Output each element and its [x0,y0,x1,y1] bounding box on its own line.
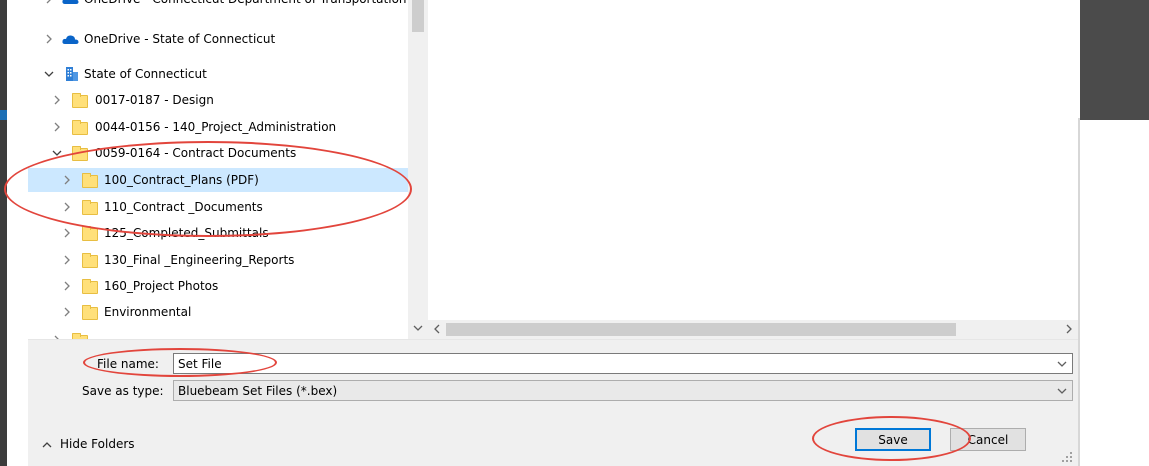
scroll-left-arrow-icon[interactable] [432,324,442,336]
chevron-right-icon[interactable] [62,281,72,291]
tree-item-label: OneDrive - State of Connecticut [84,32,276,46]
file-name-field[interactable] [173,353,1073,374]
folder-icon [82,253,98,268]
tree-item-state-of-connecticut[interactable]: State of Connecticut [28,62,408,86]
chevron-right-icon[interactable] [62,255,72,265]
tree-item-label: 125_Completed_Submittals [104,226,269,240]
chevron-down-icon[interactable] [52,148,62,158]
vertical-scrollbar[interactable] [408,0,428,339]
background-app-panel [1080,0,1149,120]
tree-item-label: 0059-0164 - Contract Documents [95,146,297,160]
horizontal-scrollbar[interactable] [428,320,1078,339]
tree-item-label: 160_Project Photos [104,279,219,293]
onedrive-cloud-icon [62,0,79,7]
tree-item-partial-top: OneDrive - Connecticut Department of Tra… [28,0,408,11]
tree-item-folder[interactable]: 0059-0164 - Contract Documents [28,141,408,165]
tree-item-folder[interactable]: 130_Final _Engineering_Reports [28,248,408,272]
save-as-type-select[interactable]: Bluebeam Set Files (*.bex) [173,380,1073,401]
chevron-right-icon[interactable] [62,202,72,212]
tree-item-label: 0044-0156 - 140_Project_Administration [95,120,337,134]
folder-icon [72,146,88,161]
vertical-scroll-thumb[interactable] [412,0,424,32]
tree-item-folder[interactable]: Environmental [28,300,408,324]
folder-icon [82,173,98,188]
onedrive-cloud-icon [62,32,79,47]
chevron-right-icon [44,0,54,4]
tree-item-folder-selected[interactable]: 100_Contract_Plans (PDF) [28,168,408,192]
folder-icon [82,279,98,294]
chevron-right-icon[interactable] [52,95,62,105]
chevron-down-icon[interactable] [1057,385,1067,395]
cancel-button[interactable]: Cancel [950,428,1026,451]
chevron-right-icon[interactable] [62,307,72,317]
tree-item-label: 100_Contract_Plans (PDF) [104,173,259,187]
background-app-border [1078,118,1080,466]
save-as-type-label: Save as type: [82,384,164,398]
save-as-dialog: OneDrive - Connecticut Department of Tra… [28,0,1078,466]
chevron-right-icon[interactable] [44,34,54,44]
tree-item-label: State of Connecticut [84,67,207,81]
tree-item-folder[interactable]: 0044-0156 - 140_Project_Administration [28,115,408,139]
app-window-edge [0,0,7,466]
tree-item-label: 0017-0187 - Design [95,93,214,107]
file-name-input[interactable] [174,354,1072,373]
chevron-right-icon[interactable] [62,228,72,238]
building-icon [64,66,81,81]
tree-item-folder[interactable]: 160_Project Photos [28,274,408,298]
resize-grip-icon[interactable] [1062,451,1072,462]
chevron-down-icon[interactable] [44,69,54,79]
tree-item-label: 130_Final _Engineering_Reports [104,253,295,267]
folder-icon [82,200,98,215]
hide-folders-label: Hide Folders [60,437,135,451]
tree-item-label: Environmental [104,305,192,319]
save-as-type-value: Bluebeam Set Files (*.bex) [178,384,338,398]
folder-icon [72,120,88,135]
horizontal-scroll-thumb[interactable] [446,323,956,336]
scroll-down-arrow-icon[interactable] [413,323,423,335]
chevron-right-icon[interactable] [52,122,62,132]
tree-item-onedrive[interactable]: OneDrive - State of Connecticut [28,27,408,51]
save-button[interactable]: Save [855,428,931,451]
chevron-up-icon [42,439,52,449]
tree-item-label: 110_Contract _Documents [104,200,263,214]
folder-icon [72,93,88,108]
folder-icon [82,305,98,320]
hide-folders-button[interactable]: Hide Folders [42,437,135,451]
tree-item-partial-label: OneDrive - Connecticut Department of Tra… [84,0,407,6]
navigation-pane[interactable]: OneDrive - Connecticut Department of Tra… [28,0,428,339]
save-dialog-screen: OneDrive - Connecticut Department of Tra… [0,0,1149,466]
tree-item-folder[interactable]: 0017-0187 - Design [28,88,408,112]
tree-item-partial-bottom [28,328,408,339]
chevron-down-icon[interactable] [1057,358,1067,368]
folder-icon [82,226,98,241]
chevron-right-icon[interactable] [62,175,72,185]
file-name-label: File name: [97,357,159,371]
tree-item-folder[interactable]: 110_Contract _Documents [28,195,408,219]
tree-item-folder[interactable]: 125_Completed_Submittals [28,221,408,245]
scroll-right-arrow-icon[interactable] [1064,324,1074,336]
